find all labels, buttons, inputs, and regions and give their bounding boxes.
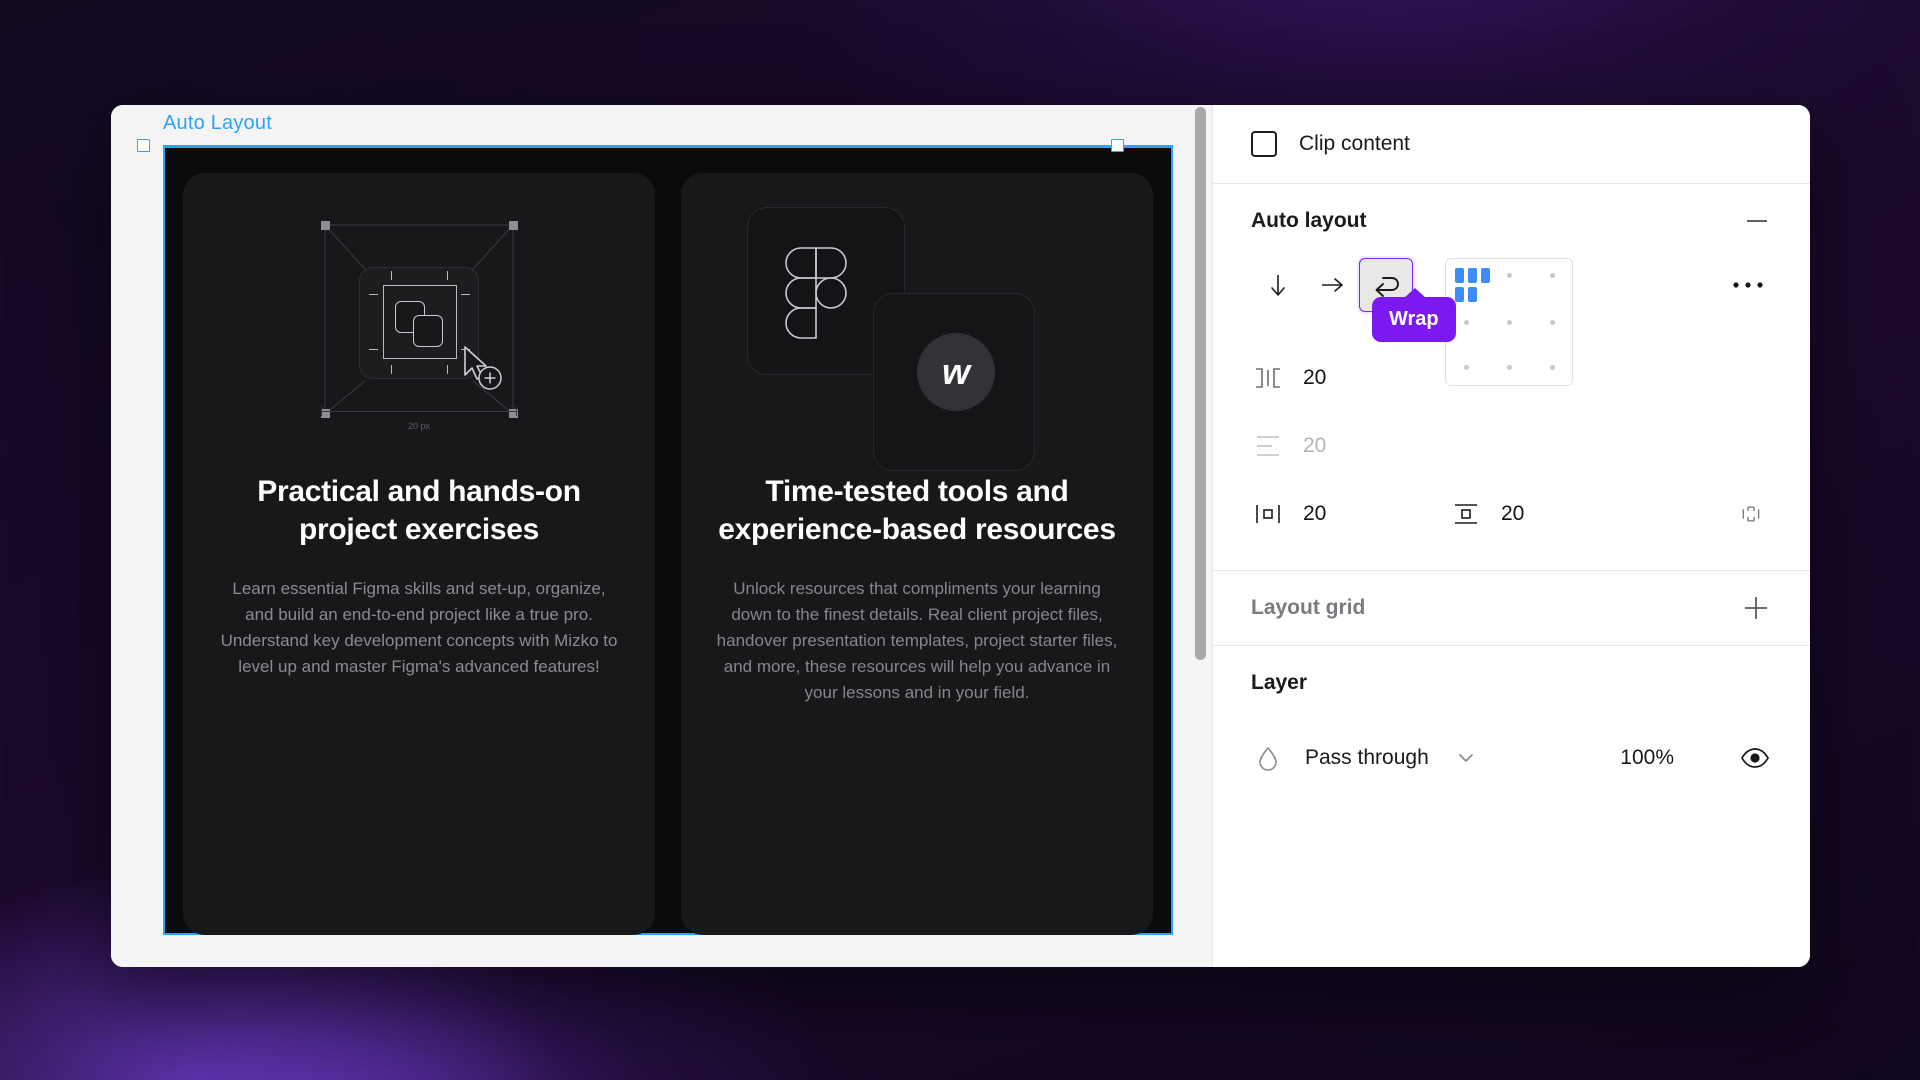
selection-handle-top-left[interactable] (137, 139, 150, 152)
wrap-tooltip: Wrap (1372, 288, 1456, 342)
individual-padding-icon[interactable] (1738, 497, 1772, 531)
card-item[interactable]: w Time-tested tools and experience-based… (681, 173, 1153, 935)
horizontal-gap-row: 20 (1251, 344, 1772, 412)
vertical-padding-value[interactable]: 20 (1501, 502, 1524, 526)
canvas-scrollbar-thumb[interactable] (1195, 107, 1206, 660)
opacity-value[interactable]: 100% (1620, 746, 1718, 770)
vertical-gap-icon (1251, 429, 1285, 463)
blend-mode-value[interactable]: Pass through (1305, 746, 1429, 770)
auto-layout-section: Auto layout Wrap 20 20 20 20 (1213, 184, 1810, 571)
card-item[interactable]: 20 px Practical and hands-on project exe… (183, 173, 655, 935)
direction-vertical-button[interactable] (1251, 258, 1305, 312)
vertical-gap-value[interactable]: 20 (1303, 434, 1326, 458)
selection-shapes-illustration: 20 px (213, 173, 625, 473)
figma-window: Auto Layout 20 px Practical and hands-on… (111, 105, 1810, 967)
blend-drop-icon (1251, 741, 1285, 775)
chevron-down-icon[interactable] (1449, 741, 1483, 775)
clip-content-label: Clip content (1299, 132, 1410, 155)
layer-blend-row: Pass through 100% (1251, 720, 1772, 796)
webflow-badge: w (917, 333, 995, 411)
plus-icon[interactable] (1740, 592, 1772, 624)
selection-handle-top-right[interactable] (1111, 139, 1124, 152)
auto-layout-title: Auto layout (1251, 209, 1367, 232)
horizontal-gap-value[interactable]: 20 (1303, 366, 1326, 390)
direction-and-alignment-row: Wrap (1251, 258, 1772, 386)
clip-content-row[interactable]: Clip content (1251, 105, 1772, 183)
clip-content-section: Clip content (1213, 105, 1810, 184)
dimension-line (321, 411, 517, 412)
dimension-label: 20 px (407, 421, 431, 431)
layout-grid-title: Layout grid (1251, 596, 1366, 619)
horizontal-padding-icon (1251, 497, 1285, 531)
more-horizontal-icon[interactable] (1724, 258, 1772, 312)
canvas-scrollbar-track[interactable] (1195, 105, 1206, 967)
auto-layout-body: Wrap 20 20 20 20 (1251, 258, 1772, 570)
frame-name-label[interactable]: Auto Layout (163, 112, 272, 135)
direction-horizontal-button[interactable] (1305, 258, 1359, 312)
selection-tick (369, 349, 378, 351)
vertical-padding-field[interactable]: 20 (1449, 497, 1647, 531)
layout-grid-section: Layout grid (1213, 571, 1810, 646)
layer-section: Layer Pass through 100% (1213, 646, 1810, 796)
vertical-padding-icon (1449, 497, 1483, 531)
figma-webflow-tiles-illustration: w (711, 173, 1123, 473)
card-body: Learn essential Figma skills and set-up,… (220, 578, 618, 676)
horizontal-gap-field[interactable]: 20 (1251, 361, 1449, 395)
clip-content-checkbox[interactable] (1251, 131, 1277, 157)
vertical-gap-field[interactable]: 20 (1251, 429, 1449, 463)
resize-nub (321, 221, 330, 230)
auto-layout-header: Auto layout (1251, 184, 1772, 258)
selection-tick (447, 365, 449, 374)
vertical-gap-row: 20 (1251, 412, 1772, 480)
card-row: 20 px Practical and hands-on project exe… (163, 145, 1173, 935)
cursor-add-icon (464, 346, 502, 390)
resize-nub (509, 221, 518, 230)
horizontal-gap-icon (1251, 361, 1285, 395)
shape-rounded-square-front (413, 315, 443, 347)
figma-logo-icon (785, 247, 847, 339)
horizontal-padding-field[interactable]: 20 (1251, 497, 1449, 531)
design-canvas[interactable]: Auto Layout 20 px Practical and hands-on… (111, 105, 1212, 967)
padding-row: 20 20 (1251, 480, 1772, 548)
selection-tick (369, 294, 378, 296)
selection-tick (447, 271, 449, 280)
eye-icon[interactable] (1738, 741, 1772, 775)
selection-tick (391, 365, 393, 374)
card-title: Practical and hands-on project exercises (257, 475, 581, 547)
selection-tick (461, 294, 470, 296)
layout-grid-header: Layout grid (1251, 571, 1772, 645)
minus-icon[interactable] (1742, 206, 1772, 236)
layer-header: Layer (1251, 646, 1772, 720)
horizontal-padding-value[interactable]: 20 (1303, 502, 1326, 526)
card-title: Time-tested tools and experience-based r… (718, 475, 1116, 547)
card-body: Unlock resources that compliments your l… (716, 578, 1118, 702)
selection-tick (391, 271, 393, 280)
layer-title: Layer (1251, 671, 1308, 694)
properties-panel: Clip content Auto layout Wrap 20 20 20 2… (1212, 105, 1810, 967)
